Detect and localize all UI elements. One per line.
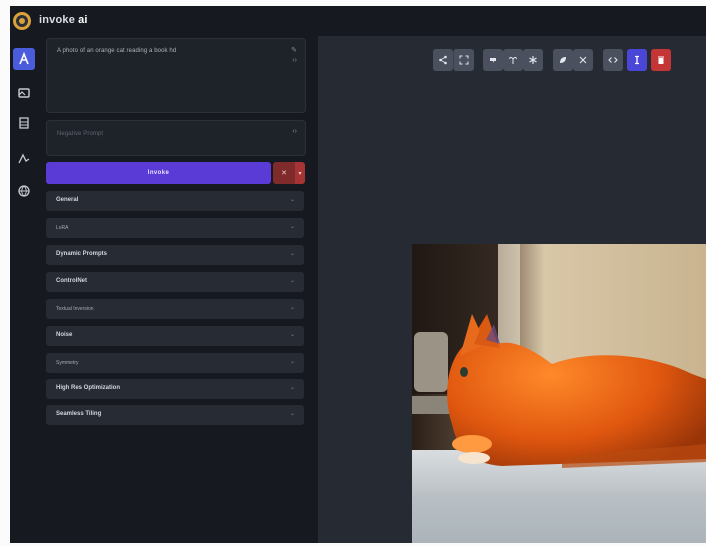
section-textual-inversion[interactable]: Textual Inversion ⌄ xyxy=(46,299,304,319)
embedding-picker-icon[interactable]: ‹› xyxy=(292,57,297,64)
negative-embedding-icon[interactable]: ‹› xyxy=(292,128,297,135)
section-label: Dynamic Prompts xyxy=(56,251,108,257)
chevron-down-icon: ⌄ xyxy=(289,359,295,365)
cancel-options-button[interactable]: ▾ xyxy=(295,162,305,184)
chevron-down-icon: ⌄ xyxy=(289,224,295,230)
negative-prompt-input[interactable]: Negative Prompt ‹› xyxy=(46,120,306,156)
upscale-button[interactable] xyxy=(553,49,573,71)
section-label: ControlNet xyxy=(56,278,87,284)
nodes-icon xyxy=(18,153,30,164)
section-label: Symmetry xyxy=(56,360,79,366)
section-lora[interactable]: LoRA ⌄ xyxy=(46,218,304,238)
show-metadata-button[interactable] xyxy=(603,49,623,71)
left-nav xyxy=(10,42,38,543)
use-prompt-button[interactable] xyxy=(483,49,503,71)
section-label: General xyxy=(56,197,79,203)
seed-icon xyxy=(509,56,517,64)
app-window: invoke ai A photo of an orange cat readin… xyxy=(10,6,706,543)
info-icon xyxy=(635,55,639,65)
cancel-button[interactable]: ✕ xyxy=(273,162,295,184)
expand-button[interactable] xyxy=(453,49,474,71)
section-label: Noise xyxy=(56,332,73,338)
code-icon xyxy=(608,57,618,63)
section-label: LoRA xyxy=(56,225,69,231)
parameters-panel: A photo of an orange cat reading a book … xyxy=(44,36,308,543)
expand-icon xyxy=(459,55,469,65)
canvas-icon xyxy=(19,117,29,129)
use-all-button[interactable] xyxy=(523,49,543,71)
orange-cat-image xyxy=(412,244,706,543)
prompt-text: A photo of an orange cat reading a book … xyxy=(57,48,177,54)
nav-node-editor[interactable] xyxy=(13,148,35,170)
section-label: Textual Inversion xyxy=(56,306,94,312)
generated-image[interactable] xyxy=(412,244,706,543)
invoke-logo-icon xyxy=(13,12,31,30)
section-label: Seamless Tiling xyxy=(56,411,102,417)
trash-icon xyxy=(658,56,664,64)
invoke-button[interactable]: Invoke xyxy=(46,162,271,184)
nav-text-to-image[interactable] xyxy=(13,48,35,70)
globe-icon xyxy=(18,185,30,197)
section-symmetry[interactable]: Symmetry ⌄ xyxy=(46,353,304,373)
section-noise[interactable]: Noise ⌄ xyxy=(46,326,304,346)
chevron-down-icon: ⌄ xyxy=(289,332,295,338)
quote-icon xyxy=(490,58,496,63)
chevron-down-icon: ⌄ xyxy=(289,385,295,391)
nav-model-manager[interactable] xyxy=(13,180,35,202)
app-title: invoke ai xyxy=(39,14,88,26)
chevron-down-icon: ⌄ xyxy=(289,278,295,284)
section-dynamic-prompts[interactable]: Dynamic Prompts ⌄ xyxy=(46,245,304,265)
nav-image-to-image[interactable] xyxy=(13,82,35,104)
text-to-image-icon xyxy=(19,52,29,65)
chevron-down-icon: ⌄ xyxy=(289,197,295,203)
expand-prompt-icon[interactable]: ✎ xyxy=(291,46,297,54)
prompt-input[interactable]: A photo of an orange cat reading a book … xyxy=(46,38,306,113)
toggle-viewer-button[interactable] xyxy=(627,49,647,71)
top-bar: invoke ai xyxy=(10,6,706,36)
asterisk-icon xyxy=(529,56,537,64)
nav-unified-canvas[interactable] xyxy=(13,112,35,134)
negative-prompt-placeholder: Negative Prompt xyxy=(57,131,104,137)
section-controlnet[interactable]: ControlNet ⌄ xyxy=(46,272,304,292)
upscale-icon xyxy=(560,57,566,63)
chevron-down-icon: ⌄ xyxy=(289,251,295,257)
section-general[interactable]: General ⌄ xyxy=(46,191,304,211)
share-button[interactable] xyxy=(433,49,453,71)
face-icon xyxy=(579,56,587,64)
image-icon xyxy=(18,88,30,98)
use-seed-button[interactable] xyxy=(503,49,523,71)
chevron-down-icon: ⌄ xyxy=(289,305,295,311)
face-restore-button[interactable] xyxy=(573,49,593,71)
delete-button[interactable] xyxy=(651,49,671,71)
section-seamless-tiling[interactable]: Seamless Tiling ⌄ xyxy=(46,405,304,425)
section-high-res-optimization[interactable]: High Res Optimization ⌄ xyxy=(46,379,304,399)
chevron-down-icon: ⌄ xyxy=(289,411,295,417)
share-icon xyxy=(439,55,447,65)
section-label: High Res Optimization xyxy=(56,385,121,391)
